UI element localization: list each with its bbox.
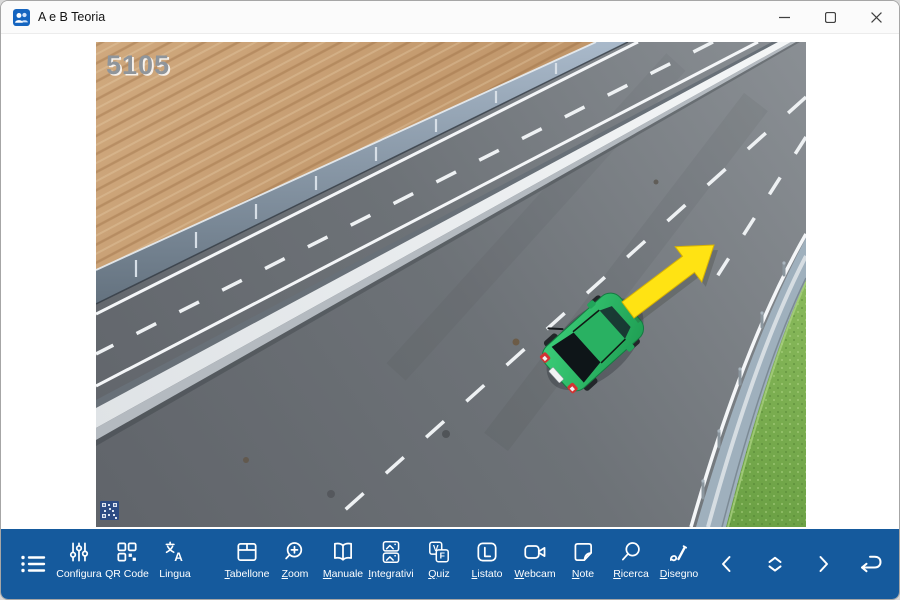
toolbar-label: Manuale <box>323 568 363 580</box>
toolbar-button-manuale[interactable]: Manuale <box>319 529 367 599</box>
toolbar-label: QR Code <box>105 568 149 580</box>
list-square-icon <box>474 539 500 565</box>
toolbar-button-quiz[interactable]: V F Quiz <box>415 529 463 599</box>
content-area: 5105 5105 <box>1 34 899 529</box>
maximize-icon <box>825 12 836 23</box>
toolbar-label: Ricerca <box>613 568 649 580</box>
toolbar-label: Tabellone <box>225 568 270 580</box>
note-icon <box>570 539 596 565</box>
window-controls <box>761 1 899 33</box>
translate-icon: A <box>162 539 188 565</box>
toolbar-button-zoom[interactable]: Zoom <box>271 529 319 599</box>
svg-text:A: A <box>174 550 183 564</box>
zoom-in-icon <box>282 539 308 565</box>
window-title: A e B Teoria <box>38 10 105 24</box>
previous-question-button[interactable] <box>703 529 751 599</box>
toolbar-button-note[interactable]: Note <box>559 529 607 599</box>
return-button[interactable] <box>847 529 895 599</box>
toolbar-label: Lingua <box>159 568 191 580</box>
titlebar: A e B Teoria <box>1 1 899 34</box>
toolbar-label: Disegno <box>660 568 699 580</box>
toolbar-label: Webcam <box>514 568 555 580</box>
close-button[interactable] <box>853 1 899 33</box>
toolbar-button-qr-code[interactable]: QR Code <box>103 529 151 599</box>
qr-watermark-icon <box>100 501 119 520</box>
search-icon <box>618 539 644 565</box>
video-camera-icon <box>522 539 548 565</box>
app-logo-icon <box>13 9 30 26</box>
chevron-left-icon <box>714 551 740 577</box>
app-window: A e B Teoria <box>0 0 900 600</box>
toolbar-button-ricerca[interactable]: Ricerca <box>607 529 655 599</box>
grid-icon <box>234 539 260 565</box>
minimize-button[interactable] <box>761 1 807 33</box>
toolbar-button-lingua[interactable]: A Lingua <box>151 529 199 599</box>
toolbar-label: Integrativi <box>368 568 414 580</box>
toolbar-label: Quiz <box>428 568 450 580</box>
chevron-updown-icon <box>762 551 788 577</box>
toolbar-button-integrativi[interactable]: Integrativi <box>367 529 415 599</box>
toolbar-label: Zoom <box>282 568 309 580</box>
question-image: 5105 5105 <box>96 42 806 527</box>
toolbar-button-tabellone[interactable]: Tabellone <box>223 529 271 599</box>
sliders-icon <box>66 539 92 565</box>
pen-icon <box>666 539 692 565</box>
svg-text:F: F <box>440 551 445 561</box>
question-number: 5105 5105 <box>106 50 172 82</box>
true-false-icon: V F <box>426 539 452 565</box>
chevron-right-icon <box>810 551 836 577</box>
close-icon <box>871 12 882 23</box>
svg-text:5105: 5105 <box>106 50 170 80</box>
return-arrow-icon <box>857 550 885 578</box>
toolbar-label: Note <box>572 568 594 580</box>
book-icon <box>330 539 356 565</box>
next-question-button[interactable] <box>799 529 847 599</box>
toolbar-label: Listato <box>472 568 503 580</box>
qr-code-icon <box>114 539 140 565</box>
toolbar-button-disegno[interactable]: Disegno <box>655 529 703 599</box>
minimize-icon <box>779 12 790 23</box>
menu-button[interactable] <box>14 529 50 599</box>
toolbar-button-webcam[interactable]: Webcam <box>511 529 559 599</box>
stacked-images-icon <box>378 539 404 565</box>
toolbar-label: Configura <box>56 568 102 580</box>
bottom-toolbar: Configura QR Code A Lingua <box>1 529 899 599</box>
toolbar-button-listato[interactable]: Listato <box>463 529 511 599</box>
scroll-updown-button[interactable] <box>751 529 799 599</box>
toolbar-button-configura[interactable]: Configura <box>55 529 103 599</box>
maximize-button[interactable] <box>807 1 853 33</box>
menu-list-icon <box>17 549 47 579</box>
